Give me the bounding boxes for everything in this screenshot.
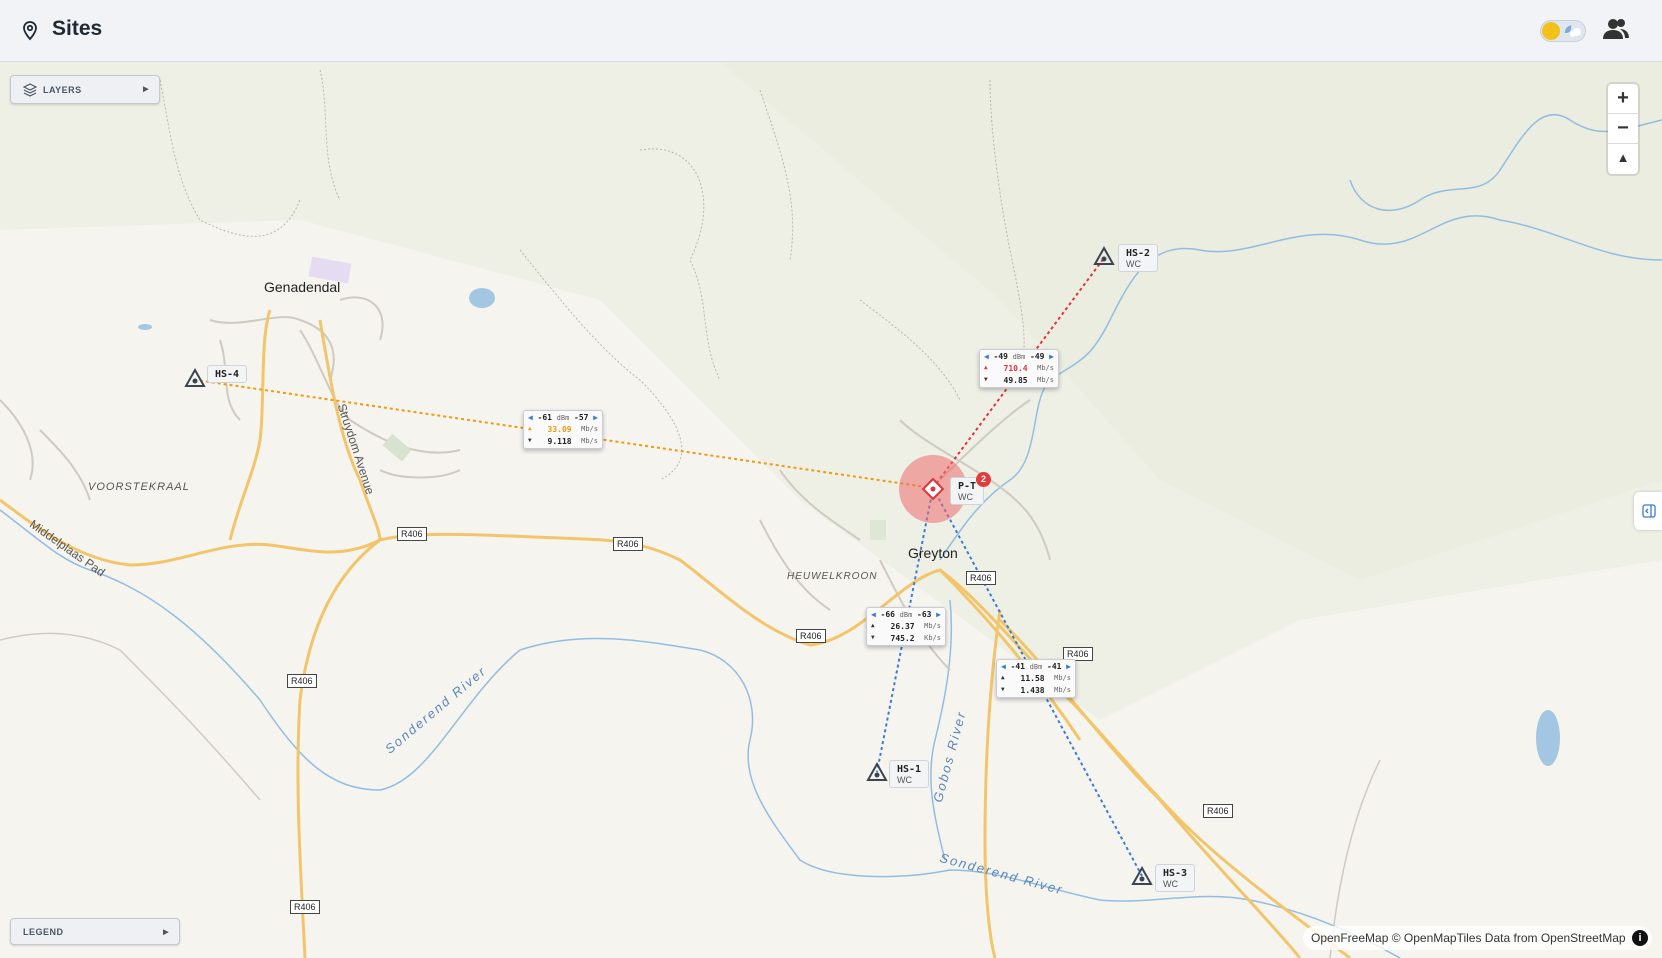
rx-right: -57 bbox=[574, 413, 589, 422]
link-stats-hs2[interactable]: ◀ -49 dBm -49 ▶ ▲ 710.4 Mb/s ▼ 49.85 Mb/s bbox=[979, 349, 1059, 388]
upload-icon: ▲ bbox=[528, 425, 532, 432]
site-region: WC bbox=[897, 775, 912, 785]
layers-panel-button[interactable]: LAYERS ▶ bbox=[10, 75, 160, 104]
app-header: Sites bbox=[0, 0, 1662, 62]
upload-value: 11.58 bbox=[1020, 674, 1045, 683]
rx-right: -63 bbox=[917, 610, 932, 619]
road-shield: R406 bbox=[290, 900, 320, 914]
road-shield: R406 bbox=[397, 527, 427, 541]
zoom-out-button[interactable]: − bbox=[1608, 114, 1638, 144]
download-value: 9.118 bbox=[547, 437, 572, 446]
right-arrow-icon: ▶ bbox=[593, 413, 598, 422]
theme-toggle[interactable] bbox=[1540, 20, 1586, 42]
site-name: HS-3 bbox=[1163, 868, 1188, 879]
road-shield: R406 bbox=[613, 537, 643, 551]
site-region: WC bbox=[958, 492, 973, 502]
signal-unit: dBm bbox=[1012, 352, 1026, 361]
site-region: WC bbox=[1126, 259, 1141, 269]
upload-unit: Mb/s bbox=[1037, 364, 1054, 372]
site-region: WC bbox=[1163, 879, 1178, 889]
rx-left: -66 bbox=[880, 610, 895, 619]
site-name: HS-2 bbox=[1126, 248, 1151, 259]
upload-unit: Mb/s bbox=[581, 425, 598, 433]
download-icon: ▼ bbox=[871, 634, 875, 641]
signal-unit: dBm bbox=[1029, 662, 1043, 671]
panel-expand-icon bbox=[1642, 504, 1656, 518]
suburb-label: HEUWELKROON bbox=[787, 571, 878, 582]
side-panel-toggle[interactable] bbox=[1634, 492, 1662, 530]
map-canvas[interactable]: Genadendal Greyton VOORSTEKRAAL HEUWELKR… bbox=[0, 62, 1662, 958]
site-name: P-T bbox=[958, 481, 977, 492]
left-arrow-icon: ◀ bbox=[871, 610, 876, 619]
download-icon: ▼ bbox=[1001, 686, 1005, 693]
signal-unit: dBm bbox=[899, 610, 913, 619]
road-shield: R406 bbox=[966, 571, 996, 585]
upload-value: 33.09 bbox=[547, 425, 572, 434]
upload-value: 26.37 bbox=[890, 622, 915, 631]
town-label: Genadendal bbox=[264, 279, 341, 295]
signal-unit: dBm bbox=[556, 413, 570, 422]
upload-unit: Mb/s bbox=[1054, 674, 1071, 682]
suburb-label: VOORSTEKRAAL bbox=[88, 481, 190, 493]
left-arrow-icon: ◀ bbox=[984, 352, 989, 361]
upload-icon: ▲ bbox=[871, 622, 875, 629]
download-value: 49.85 bbox=[1003, 376, 1028, 385]
download-icon: ▼ bbox=[984, 376, 988, 383]
sun-icon bbox=[1542, 22, 1560, 40]
legend-panel-button[interactable]: LEGEND ▶ bbox=[10, 918, 180, 945]
rx-right: -49 bbox=[1030, 352, 1045, 361]
right-arrow-icon: ▶ bbox=[1066, 662, 1071, 671]
zoom-controls: + − ▲ bbox=[1608, 84, 1638, 174]
right-arrow-icon: ▶ bbox=[1049, 352, 1054, 361]
town-label: Greyton bbox=[908, 545, 958, 561]
legend-label: LEGEND bbox=[23, 927, 64, 937]
rx-right: -41 bbox=[1047, 662, 1062, 671]
rx-left: -61 bbox=[537, 413, 552, 422]
zoom-in-button[interactable]: + bbox=[1608, 84, 1638, 114]
compass-button[interactable]: ▲ bbox=[1608, 144, 1638, 173]
download-value: 745.2 bbox=[890, 634, 915, 643]
layers-label: LAYERS bbox=[43, 85, 82, 95]
download-icon: ▼ bbox=[528, 437, 532, 444]
road-shield: R406 bbox=[796, 629, 826, 643]
links-layer bbox=[184, 245, 1153, 885]
page-title: Sites bbox=[52, 17, 103, 40]
right-arrow-icon: ▶ bbox=[936, 610, 941, 619]
alert-count-badge: 2 bbox=[976, 472, 991, 487]
moon-icon bbox=[1565, 25, 1581, 37]
link-stats-hs1[interactable]: ◀ -66 dBm -63 ▶ ▲ 26.37 Mb/s ▼ 745.2 Kb/s bbox=[866, 607, 946, 646]
chevron-right-icon: ▶ bbox=[143, 86, 149, 93]
rx-left: -49 bbox=[993, 352, 1008, 361]
map-attribution: OpenFreeMap © OpenMapTiles Data from Ope… bbox=[1303, 926, 1652, 950]
road-shield: R406 bbox=[1203, 804, 1233, 818]
site-name: HS-1 bbox=[897, 764, 922, 775]
users-icon[interactable] bbox=[1602, 17, 1630, 41]
download-unit: Mb/s bbox=[1054, 686, 1071, 694]
map-pin-icon bbox=[23, 21, 37, 41]
upload-value: 710.4 bbox=[1003, 364, 1028, 373]
layers-icon bbox=[23, 83, 37, 97]
link-stats-hs3[interactable]: ◀ -41 dBm -41 ▶ ▲ 11.58 Mb/s ▼ 1.438 Mb/s bbox=[996, 659, 1076, 698]
upload-icon: ▲ bbox=[984, 364, 988, 371]
road-shield: R406 bbox=[287, 674, 317, 688]
left-arrow-icon: ◀ bbox=[528, 413, 533, 422]
left-arrow-icon: ◀ bbox=[1001, 662, 1006, 671]
link-stats-hs4[interactable]: ◀ -61 dBm -57 ▶ ▲ 33.09 Mb/s ▼ 9.118 Mb/s bbox=[523, 410, 603, 449]
download-value: 1.438 bbox=[1020, 686, 1045, 695]
upload-unit: Mb/s bbox=[924, 622, 941, 630]
rx-left: -41 bbox=[1010, 662, 1025, 671]
site-name: HS-4 bbox=[215, 369, 240, 380]
tower-icon[interactable] bbox=[184, 245, 1153, 885]
download-unit: Mb/s bbox=[1037, 376, 1054, 384]
download-unit: Kb/s bbox=[924, 634, 941, 642]
chevron-right-icon: ▶ bbox=[163, 929, 169, 936]
info-icon[interactable]: i bbox=[1632, 930, 1648, 946]
attribution-text[interactable]: OpenFreeMap © OpenMapTiles Data from Ope… bbox=[1311, 931, 1626, 945]
upload-icon: ▲ bbox=[1001, 674, 1005, 681]
download-unit: Mb/s bbox=[581, 437, 598, 445]
